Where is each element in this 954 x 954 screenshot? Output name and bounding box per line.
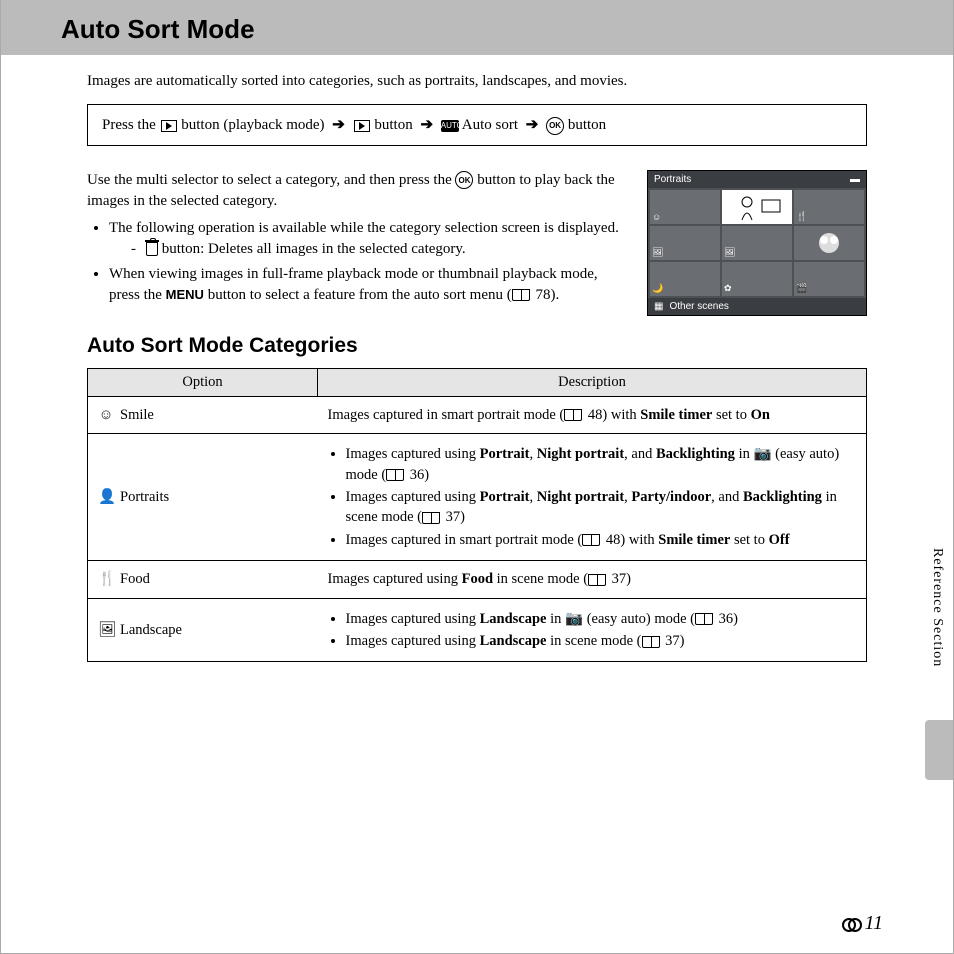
option-desc: Images captured using Food in scene mode… <box>318 560 867 598</box>
book-icon <box>582 534 600 546</box>
ok-button-icon: OK <box>546 117 564 135</box>
option-desc: Images captured using Portrait, Night po… <box>318 434 867 560</box>
table-row: 🍴 Food Images captured using Food in scen… <box>88 560 867 598</box>
arrow-icon: ➔ <box>526 117 539 133</box>
lcd-cell: 🖼 <box>722 226 792 260</box>
option-name: Smile <box>120 407 154 423</box>
table-row: 🖼 Landscape Images captured using Landsca… <box>88 598 867 662</box>
lcd-cell: 🌙 <box>650 262 720 296</box>
book-icon <box>588 574 606 586</box>
instr-bullet: button to select a feature from the auto… <box>208 287 512 303</box>
instr-sub: button: Deletes all images in the select… <box>162 241 466 257</box>
lcd-cell: 🖼 <box>650 226 720 260</box>
book-icon <box>642 636 660 648</box>
lcd-cell: ✿ <box>722 262 792 296</box>
trash-icon <box>146 242 158 256</box>
instr-line: Use the multi selector to select a categ… <box>87 172 452 188</box>
instructions: Use the multi selector to select a categ… <box>87 170 629 316</box>
instr-bullet: 78). <box>536 287 560 303</box>
auto-icon: AUTO <box>441 120 459 132</box>
arrow-icon: ➔ <box>332 117 345 133</box>
book-icon <box>386 469 404 481</box>
battery-icon: ▬ <box>850 174 860 185</box>
landscape-icon: 🖼 <box>98 620 114 640</box>
food-icon: 🍴 <box>98 569 114 589</box>
lcd-cell: ☺ <box>650 190 720 224</box>
subheading: Auto Sort Mode Categories <box>87 334 867 358</box>
intro-text: Images are automatically sorted into cat… <box>87 73 867 90</box>
option-name: Portraits <box>120 489 169 505</box>
option-name: Food <box>120 571 150 587</box>
grid-icon: ▦ <box>654 301 663 312</box>
page-title: Auto Sort Mode <box>61 14 929 45</box>
option-name: Landscape <box>120 622 182 638</box>
book-icon <box>564 409 582 421</box>
lcd-cell <box>794 226 864 260</box>
menu-button-text: MENU <box>166 287 204 302</box>
option-desc: Images captured using Landscape in 📷 (ea… <box>318 598 867 662</box>
lcd-header: Portraits <box>654 174 691 185</box>
lcd-cell: 🍴 <box>794 190 864 224</box>
option-desc: Images captured in smart portrait mode (… <box>318 396 867 434</box>
categories-table: Option Description ☺ Smile Images capture… <box>87 368 867 663</box>
lcd-footer: Other scenes <box>669 301 728 312</box>
lcd-cell: 🎬 <box>794 262 864 296</box>
lcd-cell-selected <box>722 190 792 224</box>
ok-button-icon: OK <box>455 171 473 189</box>
table-row: 👤 Portraits Images captured using Portrai… <box>88 434 867 560</box>
camera-lcd-preview: Portraits ▬ ☺ 🍴 🖼 🖼 🌙 ✿ 🎬 <box>647 170 867 316</box>
table-header-option: Option <box>88 368 318 396</box>
nav-button: button <box>374 117 412 133</box>
page-number: 11 <box>842 912 883 935</box>
nav-auto-sort: Auto sort <box>462 117 518 133</box>
navigation-path-box: Press the button (playback mode) ➔ butto… <box>87 104 867 146</box>
side-tab-label: Reference Section <box>921 540 953 675</box>
book-icon <box>512 289 530 301</box>
playback-icon <box>161 120 177 132</box>
playback-icon <box>354 120 370 132</box>
dash: - <box>131 239 136 260</box>
arrow-icon: ➔ <box>420 117 433 133</box>
table-row: ☺ Smile Images captured in smart portrait… <box>88 396 867 434</box>
title-bar: Auto Sort Mode <box>1 0 953 55</box>
nav-button-2: button <box>568 117 606 133</box>
portrait-icon: 👤 <box>98 487 114 507</box>
nav-press: Press the <box>102 117 156 133</box>
reference-link-icon <box>842 918 862 930</box>
book-icon <box>422 512 440 524</box>
nav-playback: button (playback mode) <box>181 117 324 133</box>
instr-bullet: The following operation is available whi… <box>109 220 619 236</box>
smile-icon: ☺ <box>98 405 114 425</box>
table-header-description: Description <box>318 368 867 396</box>
book-icon <box>695 613 713 625</box>
side-tab-marker <box>925 720 953 780</box>
